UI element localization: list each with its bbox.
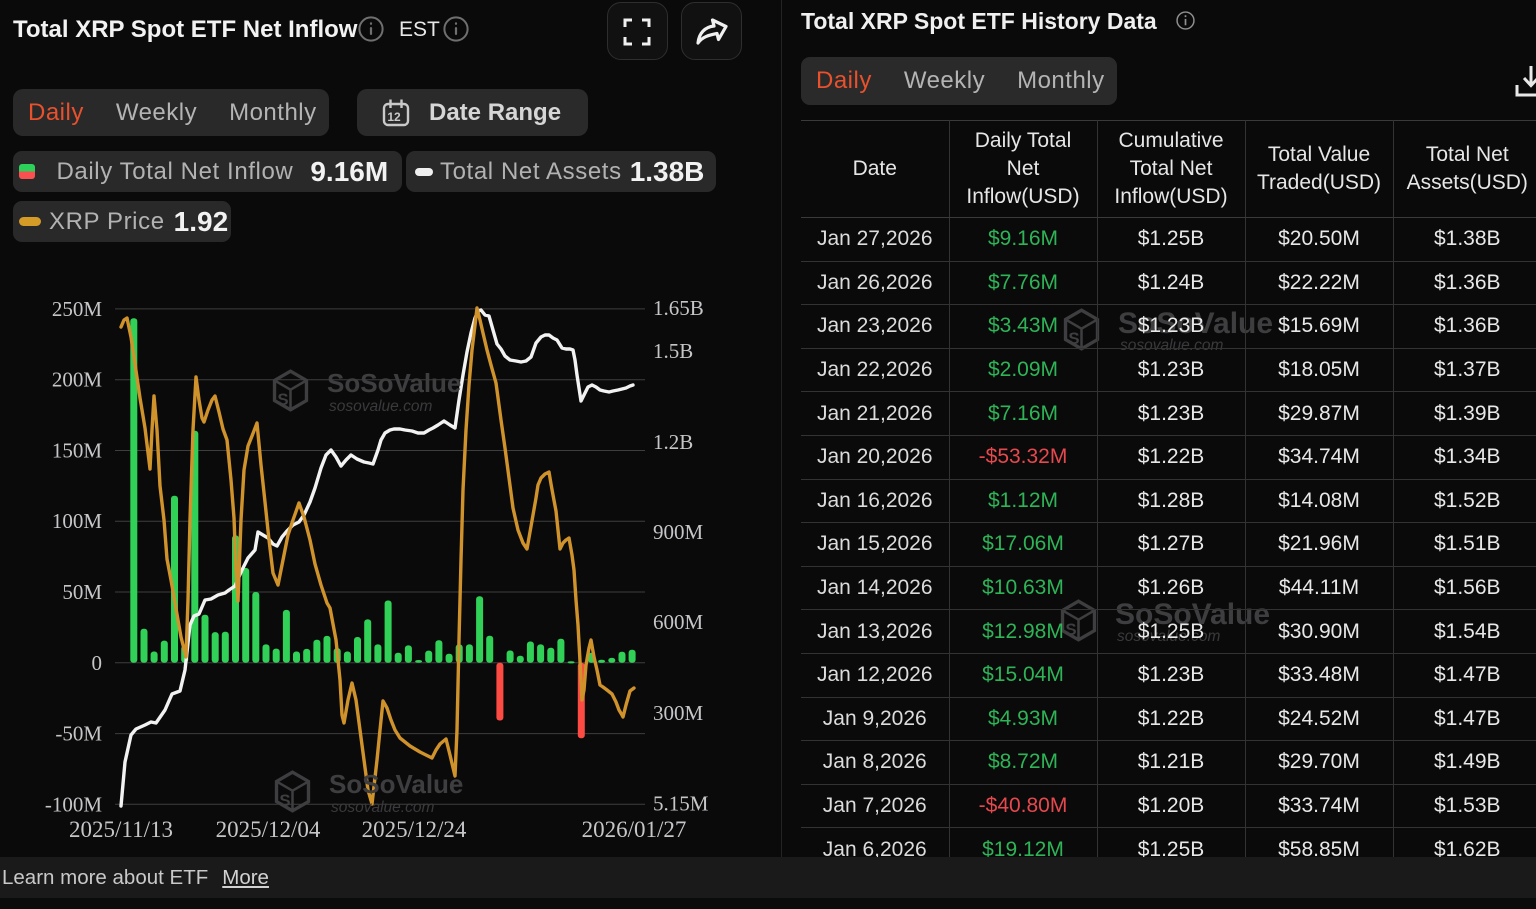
svg-text:300M: 300M [653, 701, 704, 725]
svg-text:50M: 50M [62, 580, 102, 604]
svg-text:-100M: -100M [45, 792, 102, 816]
svg-text:1.5B: 1.5B [653, 339, 693, 363]
svg-text:5.15M: 5.15M [653, 792, 709, 816]
svg-text:2026/01/27: 2026/01/27 [582, 817, 687, 842]
svg-text:1.65B: 1.65B [653, 296, 704, 320]
svg-text:250M: 250M [52, 297, 103, 321]
svg-text:200M: 200M [52, 368, 103, 392]
svg-text:150M: 150M [52, 438, 103, 462]
svg-text:900M: 900M [653, 520, 704, 544]
svg-text:1.2B: 1.2B [653, 430, 693, 454]
svg-text:-50M: -50M [55, 722, 102, 746]
svg-text:0: 0 [92, 651, 103, 675]
svg-text:S: S [279, 791, 290, 810]
svg-text:2025/11/13: 2025/11/13 [69, 817, 173, 842]
svg-text:2025/12/24: 2025/12/24 [362, 817, 467, 842]
svg-text:2025/12/04: 2025/12/04 [216, 817, 321, 842]
svg-text:S: S [277, 390, 288, 409]
svg-text:600M: 600M [653, 610, 704, 634]
svg-text:100M: 100M [52, 509, 103, 533]
